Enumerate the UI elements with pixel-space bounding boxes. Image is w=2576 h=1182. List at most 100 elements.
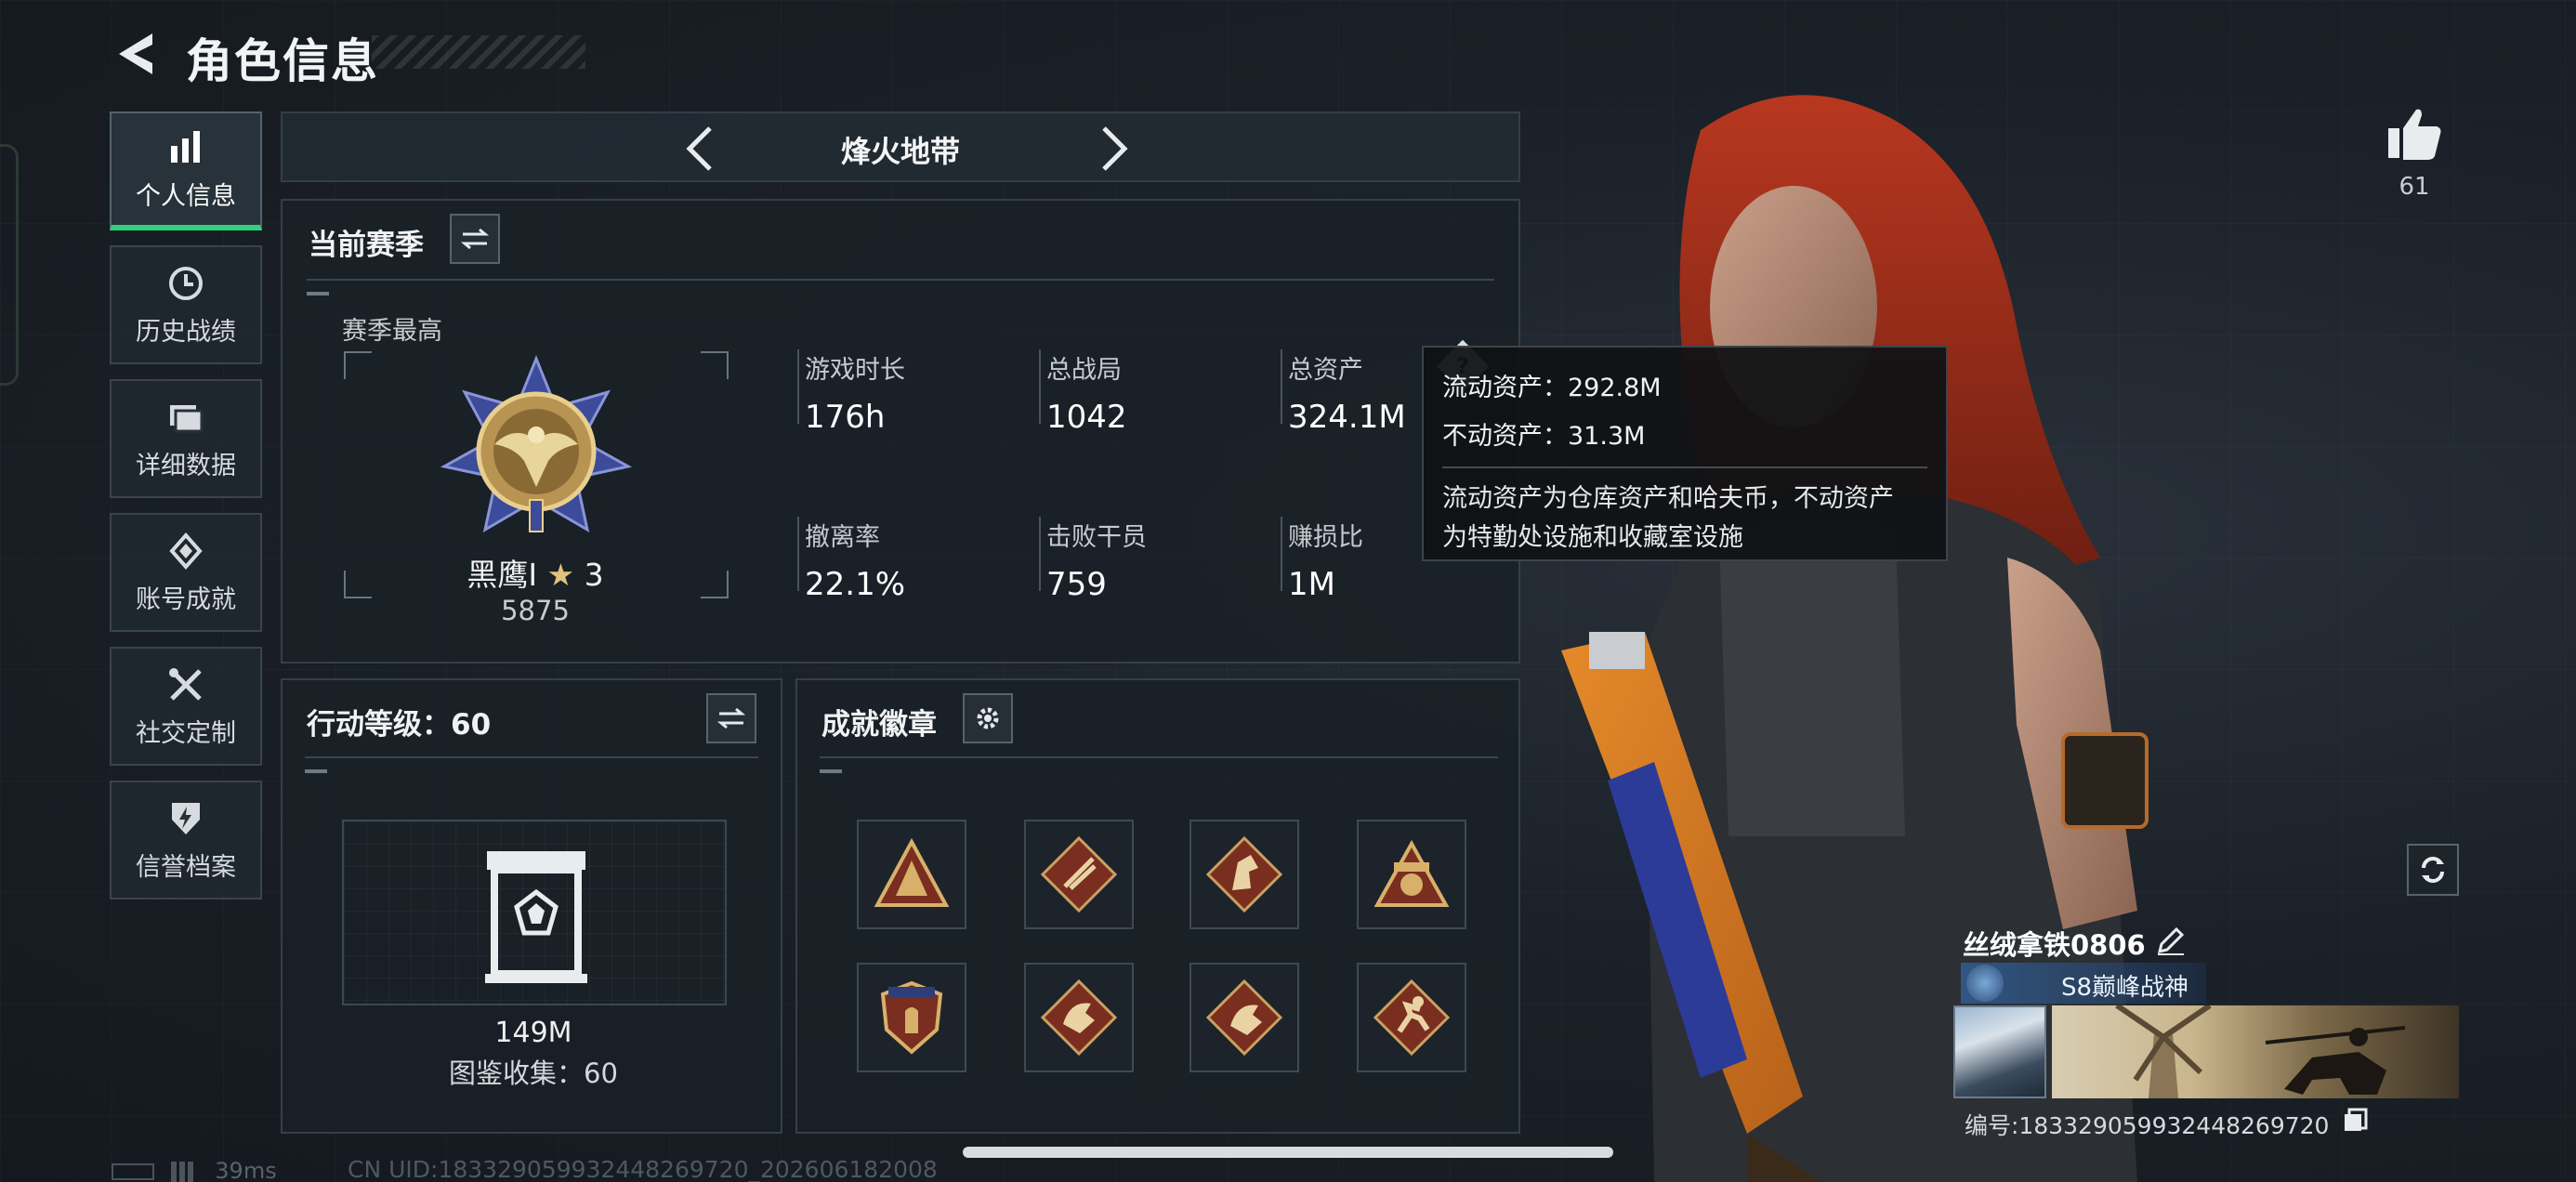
tooltip-divider: [1442, 466, 1927, 468]
achievement-badges-panel: 成就徽章: [795, 678, 1520, 1134]
divider-mark: [305, 769, 327, 773]
collection-case-icon: [485, 851, 587, 983]
copy-id-button[interactable]: [2342, 1106, 2370, 1134]
achievement-icon: [165, 531, 206, 571]
nav-item-social[interactable]: 社交定制: [110, 647, 262, 766]
tooltip-liquid-assets: 流动资产：292.8M: [1442, 374, 1662, 402]
stat-operators-defeated: 击败干员 759: [1039, 517, 1147, 603]
collection-codex-button[interactable]: [342, 820, 727, 1005]
nav-item-achievements[interactable]: 账号成就: [110, 513, 262, 632]
player-title-badge[interactable]: S8巅峰战神: [1961, 963, 2206, 1004]
mode-switcher: 烽火地带: [281, 112, 1520, 182]
codex-label: 图鉴收集：60: [449, 1057, 618, 1089]
diamond-emblem-icon: [1040, 835, 1118, 913]
badge-triangle-soldier[interactable]: [857, 820, 966, 929]
windmill-knight-card-art: [2115, 1003, 2406, 1098]
stat-value: 1M: [1288, 566, 1335, 603]
dragon-emblem-icon: [1040, 978, 1118, 1057]
badges-settings-button[interactable]: [963, 693, 1013, 743]
badge-triangle-skull[interactable]: [1357, 820, 1466, 929]
tools-icon: [165, 664, 206, 705]
player-id: 编号:183329059932448269720: [1965, 1112, 2330, 1139]
like-button[interactable]: [2385, 104, 2444, 164]
badge-diamond-runner[interactable]: [1357, 963, 1466, 1072]
stat-label: 赚损比: [1288, 523, 1363, 552]
nav-label: 信誉档案: [136, 852, 236, 882]
skull-emblem-icon: [1373, 839, 1450, 907]
player-avatar[interactable]: [1953, 1005, 2046, 1098]
black-hawk-rank-emblem-icon: [440, 354, 633, 533]
tooltip-fixed-assets: 不动资产：31.3M: [1442, 422, 1646, 451]
stat-total-matches: 总战局 1042: [1039, 349, 1127, 436]
chevron-right-icon: [1102, 126, 1128, 171]
nav-item-details[interactable]: 详细数据: [110, 379, 262, 498]
uid-line: CN UID:183329059932448269720_20260618200…: [348, 1156, 938, 1182]
badge-shield-stars[interactable]: [857, 963, 966, 1072]
stat-label: 总资产: [1288, 356, 1363, 385]
stat-value: 176h: [805, 399, 886, 436]
swap-arrows-icon: [461, 228, 489, 250]
badge-diamond-weapon[interactable]: [1024, 820, 1134, 929]
action-level-title: 行动等级：60: [307, 708, 492, 742]
stat-label: 总战局: [1046, 356, 1122, 385]
badge-diamond-horse[interactable]: [1189, 820, 1299, 929]
nav-label: 账号成就: [136, 584, 236, 614]
divider: [820, 756, 1498, 758]
nav-item-history[interactable]: 历史战绩: [110, 245, 262, 364]
title-badge-icon: [1966, 965, 2004, 1002]
stat-value: 759: [1046, 566, 1107, 603]
tooltip-desc-1: 流动资产为仓库资产和哈夫币，不动资产: [1442, 484, 1894, 513]
stat-value: 324.1M: [1288, 399, 1406, 436]
runner-emblem-icon: [1373, 978, 1451, 1057]
player-name: 丝绒拿铁0806: [1963, 929, 2146, 961]
like-count: 61: [2399, 173, 2430, 201]
nav-label: 详细数据: [136, 451, 236, 480]
bar-chart-icon: [165, 127, 206, 168]
stat-play-time: 游戏时长 176h: [797, 349, 905, 436]
tooltip-desc-2: 为特勤处设施和收藏室设施: [1442, 523, 1743, 552]
stat-label: 击败干员: [1046, 523, 1147, 552]
nav-item-reputation[interactable]: 信誉档案: [110, 781, 262, 900]
stat-value: 22.1%: [805, 566, 906, 603]
back-button[interactable]: [110, 28, 162, 80]
season-swap-button[interactable]: [450, 214, 500, 264]
mode-label: 烽火地带: [840, 134, 960, 169]
dragon-emblem-icon: [1205, 978, 1283, 1057]
side-nav: 个人信息 历史战绩 详细数据 账号成就 社交定制 信誉档案: [110, 112, 262, 914]
refresh-icon: [2421, 857, 2445, 883]
level-swap-button[interactable]: [706, 693, 756, 743]
refresh-button[interactable]: [2407, 844, 2459, 896]
action-level-panel: 行动等级：60 149M 图鉴收集：60: [281, 678, 782, 1134]
divider-mark: [307, 292, 329, 296]
stat-label: 撤离率: [805, 523, 880, 552]
stat-total-assets: 总资产 ? 324.1M: [1281, 339, 1490, 436]
pencil-icon: [2157, 926, 2185, 955]
history-clock-icon: [165, 263, 206, 304]
edit-name-button[interactable]: [2154, 924, 2188, 957]
name-card-banner[interactable]: [2052, 1003, 2459, 1098]
shield-emblem-icon: [880, 980, 943, 1055]
network-status: 39ms: [112, 1158, 277, 1182]
folder-icon: [165, 397, 206, 438]
triangle-emblem-icon: [874, 837, 950, 907]
nav-label: 个人信息: [136, 181, 236, 211]
rank-name: 黑鹰Ⅰ: [467, 557, 538, 593]
stat-label: 游戏时长: [805, 356, 905, 385]
codex-value: 149M: [494, 1017, 572, 1049]
season-title: 当前赛季: [309, 229, 424, 262]
nav-item-personal-info[interactable]: 个人信息: [110, 112, 262, 230]
divider: [307, 279, 1494, 281]
badge-diamond-dragon[interactable]: [1024, 963, 1134, 1072]
home-indicator[interactable]: [963, 1147, 1613, 1158]
rank-stars: 3: [584, 557, 604, 593]
thumbs-up-icon: [2388, 109, 2441, 160]
signal-icon: [170, 1162, 199, 1182]
left-edge-handle[interactable]: [0, 144, 19, 386]
horse-emblem-icon: [1205, 835, 1283, 913]
back-arrow-icon: [119, 33, 152, 74]
star-icon: ★: [546, 557, 575, 593]
stat-value: 1042: [1046, 399, 1127, 436]
mode-next-button[interactable]: [1089, 123, 1137, 175]
season-best-label: 赛季最高: [342, 317, 442, 346]
badge-diamond-dragon-2[interactable]: [1189, 963, 1299, 1072]
